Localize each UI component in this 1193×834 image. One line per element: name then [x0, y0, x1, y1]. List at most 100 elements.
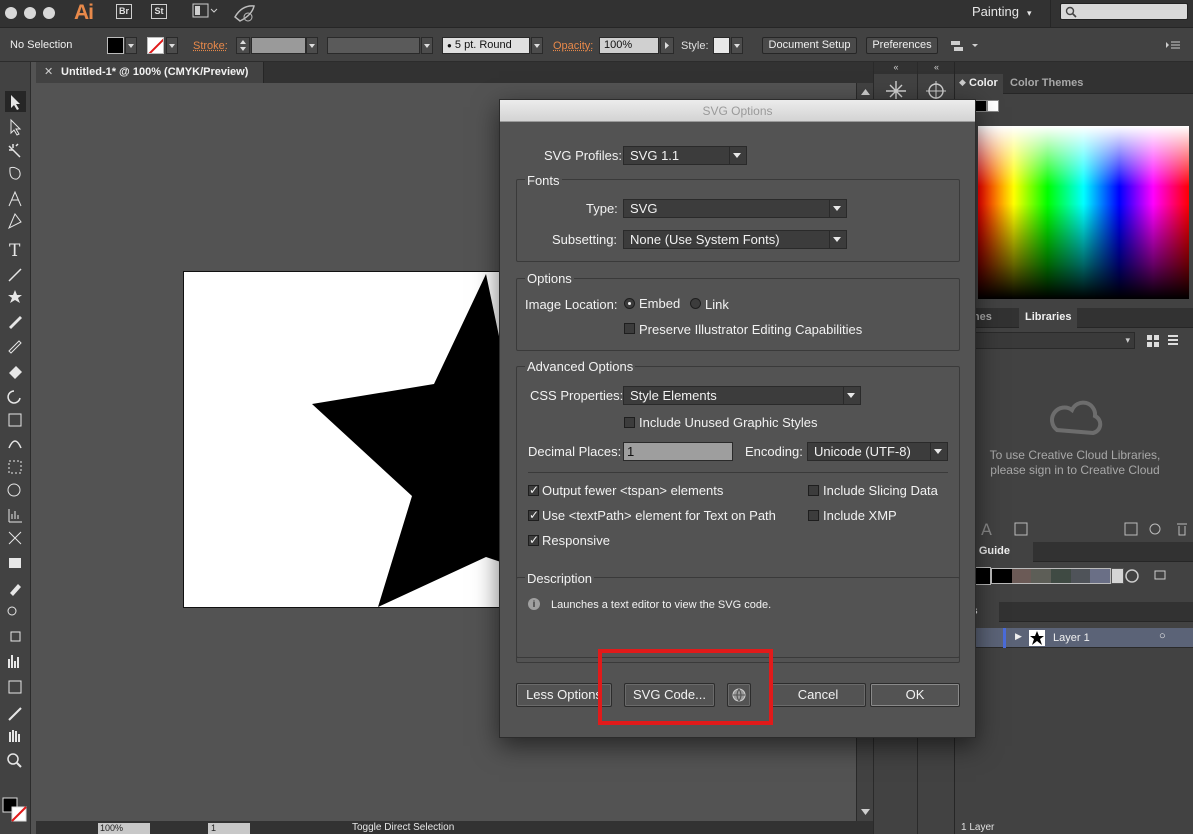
opacity-field[interactable]: 100% — [599, 37, 659, 54]
layer-row[interactable]: ▶ Layer 1 ○ — [975, 628, 1193, 648]
document-tab[interactable]: ✕ Untitled-1* @ 100% (CMYK/Preview) — [36, 62, 264, 83]
bridge-button[interactable]: Br — [116, 4, 132, 19]
svg-profiles-select[interactable]: SVG 1.1 — [623, 146, 747, 165]
stroke-weight-dropdown[interactable] — [306, 37, 318, 54]
include-xmp-label[interactable]: Include XMP — [823, 508, 897, 523]
link-label[interactable]: Link — [705, 297, 729, 312]
font-type-label: Type: — [586, 201, 618, 216]
help-search-input[interactable] — [1060, 3, 1188, 20]
curvature-tool-icon — [9, 214, 21, 228]
harmony-swatch[interactable] — [992, 569, 1012, 583]
workspace-switcher[interactable]: Painting ▾ — [972, 4, 1032, 19]
stroke-swatch[interactable] — [147, 37, 164, 54]
fewer-tspan-label[interactable]: Output fewer <tspan> elements — [542, 483, 723, 498]
color-guide-panel-tabs: olor Guide — [955, 542, 1193, 562]
close-tab-icon[interactable]: ✕ — [44, 65, 53, 78]
responsive-checkbox[interactable] — [528, 535, 539, 546]
collapse-column-icon[interactable]: « — [918, 62, 955, 74]
textpath-checkbox[interactable] — [528, 510, 539, 521]
ok-button[interactable]: OK — [870, 683, 960, 707]
eraser-tool-icon — [9, 366, 22, 379]
stroke-weight-stepper[interactable] — [236, 37, 250, 54]
close-window-button[interactable] — [5, 7, 17, 19]
artboard-number-field[interactable]: 1 — [208, 823, 250, 834]
stroke-swatch-dropdown[interactable] — [166, 37, 178, 54]
layer-name[interactable]: Layer 1 — [1053, 632, 1090, 644]
include-xmp-checkbox[interactable] — [808, 510, 819, 521]
control-bar-menu-button[interactable] — [1165, 39, 1181, 54]
blend-tool-icon — [8, 607, 16, 615]
cancel-button[interactable]: Cancel — [770, 683, 866, 707]
library-selector[interactable]: ▾ — [975, 332, 1135, 349]
encoding-select[interactable]: Unicode (UTF-8) — [807, 442, 948, 461]
subsetting-select[interactable]: None (Use System Fonts) — [623, 230, 847, 249]
stroke-weight-field[interactable] — [251, 37, 306, 54]
tab-color-themes[interactable]: Color Themes — [1010, 77, 1083, 89]
harmony-swatch[interactable] — [1031, 569, 1051, 583]
font-type-select[interactable]: SVG — [623, 199, 847, 218]
white-swatch[interactable] — [987, 100, 999, 112]
decimal-places-input[interactable]: 1 — [623, 442, 733, 461]
harmony-swatch[interactable] — [1012, 569, 1032, 583]
hand-tool-icon — [10, 730, 19, 742]
status-text[interactable]: Toggle Direct Selection — [352, 822, 454, 833]
libraries-signin-message: To use Creative Cloud Libraries, please … — [985, 448, 1165, 478]
graphic-style-dropdown[interactable] — [731, 37, 743, 54]
brush-definition[interactable]: ● 5 pt. Round — [442, 37, 530, 54]
harmony-swatch[interactable] — [1090, 569, 1110, 583]
fewer-tspan-checkbox[interactable] — [528, 485, 539, 496]
control-bar: No Selection Stroke: ● 5 pt. Round Opaci… — [0, 28, 1193, 62]
responsive-label[interactable]: Responsive — [542, 533, 610, 548]
preferences-button[interactable]: Preferences — [866, 37, 938, 54]
artboard[interactable] — [183, 271, 523, 608]
target-layer-icon[interactable]: ○ — [1159, 630, 1166, 642]
color-spectrum[interactable] — [978, 126, 1189, 299]
expand-layer-icon[interactable]: ▶ — [1015, 631, 1022, 642]
variable-width-dropdown[interactable] — [421, 37, 433, 54]
subsetting-value: None (Use System Fonts) — [630, 232, 780, 247]
fill-dropdown[interactable] — [125, 37, 137, 54]
embed-label[interactable]: Embed — [639, 296, 680, 311]
chevron-down-icon: ▾ — [1027, 8, 1032, 18]
document-setup-button[interactable]: Document Setup — [762, 37, 857, 54]
css-properties-select[interactable]: Style Elements — [623, 386, 861, 405]
tab-libraries[interactable]: Libraries — [1025, 311, 1071, 323]
tab-color[interactable]: Color — [969, 77, 998, 89]
zoom-level-field[interactable]: 100% — [98, 823, 150, 834]
embed-radio[interactable] — [624, 298, 635, 309]
stroke-label[interactable]: Stroke: — [193, 40, 228, 52]
opacity-label[interactable]: Opacity: — [553, 40, 593, 52]
textpath-label[interactable]: Use <textPath> element for Text on Path — [542, 508, 776, 523]
fill-swatch[interactable] — [107, 37, 124, 54]
gpu-performance-button[interactable] — [232, 3, 256, 26]
minimize-window-button[interactable] — [24, 7, 36, 19]
harmony-swatch-strip[interactable] — [991, 568, 1111, 584]
slicing-data-checkbox[interactable] — [808, 485, 819, 496]
link-radio[interactable] — [690, 298, 701, 309]
harmony-swatch[interactable] — [1071, 569, 1091, 583]
arrange-menu-button[interactable] — [949, 38, 981, 57]
no-stroke-icon — [148, 38, 164, 54]
opacity-slider-button[interactable] — [660, 37, 674, 54]
unused-styles-label[interactable]: Include Unused Graphic Styles — [639, 415, 817, 430]
black-swatch[interactable] — [975, 100, 987, 112]
stock-button[interactable]: St — [151, 4, 167, 19]
arrange-documents-button[interactable] — [192, 3, 218, 22]
variable-width-profile[interactable] — [327, 37, 420, 54]
type-tool-icon: T — [9, 241, 21, 261]
line-tool-icon — [9, 269, 21, 281]
chevron-down-icon — [847, 393, 855, 398]
graphic-style-swatch[interactable] — [713, 37, 730, 54]
unused-styles-checkbox[interactable] — [624, 417, 635, 428]
view-toggle-icons[interactable] — [1143, 332, 1183, 352]
brush-dropdown[interactable] — [531, 37, 543, 54]
preserve-editing-checkbox[interactable] — [624, 323, 635, 334]
harmony-swatch[interactable] — [1051, 569, 1071, 583]
collapse-column-icon[interactable]: « — [874, 62, 918, 74]
layer-color-bar — [1003, 628, 1006, 648]
preserve-editing-label[interactable]: Preserve Illustrator Editing Capabilitie… — [639, 322, 862, 337]
slicing-data-label[interactable]: Include Slicing Data — [823, 483, 938, 498]
subsetting-label: Subsetting: — [552, 232, 617, 247]
zoom-window-button[interactable] — [43, 7, 55, 19]
encoding-value: Unicode (UTF-8) — [814, 444, 911, 459]
